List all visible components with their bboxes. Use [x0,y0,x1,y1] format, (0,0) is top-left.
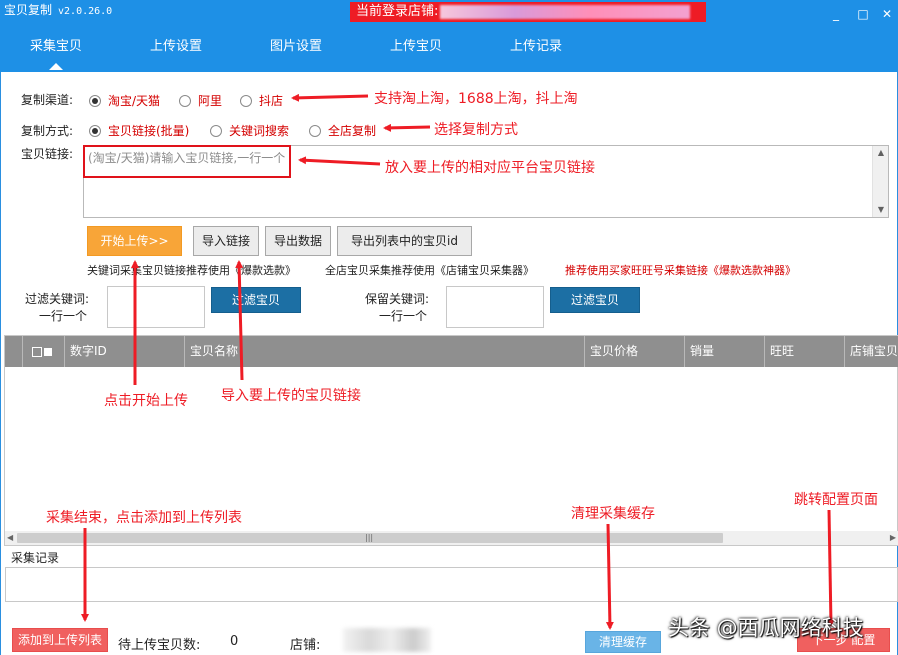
login-banner-text: 当前登录店铺: [356,4,439,19]
table-hscrollbar[interactable]: ◀ ||| ▶ [5,531,898,545]
title-bar: 宝贝复制 v2.0.26.0 当前登录店铺: _ □ ✕ 采集宝贝 上传设置 图片… [0,0,898,72]
redacted-shop-name [440,4,691,19]
export-ids-button[interactable]: 导出列表中的宝贝id [337,226,472,256]
radio-label: 宝贝链接(批量) [108,124,190,138]
radio-label: 淘宝/天猫 [108,94,161,108]
watermark: 头条 @西瓜网络科技 [668,616,864,640]
filter-button[interactable]: 过滤宝贝 [211,287,301,313]
col-item-price[interactable]: 宝贝价格 [585,336,685,367]
checkbox-icon [32,346,42,357]
tab-upload-items[interactable]: 上传宝贝 [376,36,456,72]
scroll-right-icon[interactable]: ▶ [890,531,896,545]
pending-label: 待上传宝贝数: [118,638,201,653]
scroll-down-icon[interactable]: ▼ [873,203,889,217]
keyword-hint[interactable]: 关键词采集宝贝链接推荐使用《爆款选款》 [87,262,296,278]
filter-keyword-sublabel: 一行一个 [39,309,88,323]
radio-dot [89,124,101,137]
radio-mode-link[interactable]: 宝贝链接(批量) [89,122,189,139]
annotation-add: 采集结束，点击添加到上传列表 [46,510,242,526]
radio-label: 全店复制 [328,124,377,138]
filter-keyword-label: 过滤关键词: [25,292,90,306]
keep-keyword-label: 保留关键词: [365,292,430,306]
radio-dot [240,94,252,107]
tab-image-settings[interactable]: 图片设置 [256,36,336,72]
shop-hint[interactable]: 全店宝贝采集推荐使用《店铺宝贝采集器》 [325,262,534,278]
add-to-upload-button[interactable]: 添加到上传列表 [12,628,108,652]
main-nav: 采集宝贝 上传设置 图片设置 上传宝贝 上传记录 [0,36,898,72]
annotation-cache: 清理采集缓存 [571,506,655,522]
radio-dot [89,94,101,107]
export-data-button[interactable]: 导出数据 [265,226,331,256]
arrow-mode [383,123,431,132]
radio-dot [210,124,222,137]
app-title: 宝贝复制 v2.0.26.0 [4,1,112,18]
radio-label: 抖店 [259,94,284,108]
radio-mode-keyword[interactable]: 关键词搜索 [210,122,289,139]
channel-label: 复制渠道: [21,93,74,107]
scroll-left-icon[interactable]: ◀ [7,531,13,545]
select-all-icon [44,347,52,356]
radio-channel-taobao[interactable]: 淘宝/天猫 [89,92,160,109]
keep-keyword-input[interactable] [446,286,544,328]
keep-filter-button[interactable]: 过滤宝贝 [550,287,640,313]
tab-upload-records[interactable]: 上传记录 [496,36,576,72]
radio-channel-ali[interactable]: 阿里 [179,92,222,109]
app-name: 宝贝复制 [4,3,53,17]
close-icon[interactable]: ✕ [880,7,894,21]
maximize-icon[interactable]: □ [856,7,870,21]
clear-cache-button[interactable]: 清理缓存 [585,631,661,653]
tab-upload-settings[interactable]: 上传设置 [136,36,216,72]
radio-label: 阿里 [198,94,223,108]
col-sales[interactable]: 销量 [685,336,765,367]
col-wangwang[interactable]: 旺旺 [765,336,845,367]
shop-label: 店铺: [290,638,321,653]
link-scrollbar[interactable]: ▲ ▼ [872,146,888,217]
radio-dot [309,124,321,137]
annotation-mode: 选择复制方式 [434,122,518,138]
link-highlight-box [83,145,291,178]
login-banner: 当前登录店铺: [350,2,706,22]
col-item-name[interactable]: 宝贝名称 [185,336,585,367]
scroll-grip-icon: ||| [365,533,374,542]
link-label: 宝贝链接: [21,147,74,161]
log-box[interactable] [5,567,898,602]
annotation-import: 导入要上传的宝贝链接 [221,388,361,404]
radio-mode-shop[interactable]: 全店复制 [309,122,376,139]
scroll-up-icon[interactable]: ▲ [873,146,889,160]
mode-label: 复制方式: [21,124,74,138]
log-label: 采集记录 [11,551,60,565]
col-shop-item[interactable]: 店铺宝贝 [845,336,898,367]
tab-collect[interactable]: 采集宝贝 [16,36,96,72]
radio-dot [179,94,191,107]
radio-channel-douyin[interactable]: 抖店 [240,92,283,109]
pending-count: 0 [230,634,239,649]
annotation-link: 放入要上传的相对应平台宝贝链接 [385,160,595,176]
filter-keyword-input[interactable] [107,286,205,328]
redacted-shop [343,628,431,652]
app-version: v2.0.26.0 [58,6,113,17]
arrow-channel [291,93,369,102]
select-all-checkbox[interactable] [23,336,65,367]
annotation-start: 点击开始上传 [104,393,188,409]
start-upload-button[interactable]: 开始上传>> [87,226,182,256]
annotation-next: 跳转配置页面 [794,492,878,508]
buyer-hint[interactable]: 推荐使用买家旺旺号采集链接《爆款选款神器》 [565,262,796,278]
row-header-corner [5,336,23,367]
table-header: 数字ID 宝贝名称 宝贝价格 销量 旺旺 店铺宝贝 [5,336,898,367]
radio-label: 关键词搜索 [229,124,290,138]
annotation-channel: 支持淘上淘，1688上淘，抖上淘 [374,91,578,107]
col-numeric-id[interactable]: 数字ID [65,336,185,367]
minimize-icon[interactable]: _ [829,7,843,21]
import-links-button[interactable]: 导入链接 [193,226,259,256]
keep-keyword-sublabel: 一行一个 [379,309,428,323]
